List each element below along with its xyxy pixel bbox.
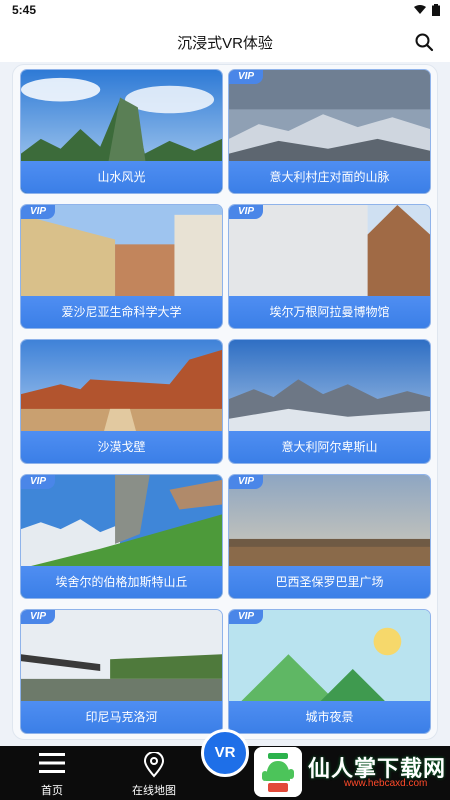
status-bar: 5:45 bbox=[0, 0, 450, 22]
scene-title: 意大利阿尔卑斯山 bbox=[229, 431, 430, 463]
nav-home[interactable]: 首页 bbox=[7, 746, 97, 800]
scene-title: 意大利村庄对面的山脉 bbox=[229, 161, 430, 193]
watermark: 仙人掌下载网 www.hebcaxd.com bbox=[252, 745, 450, 800]
status-time: 5:45 bbox=[12, 3, 37, 17]
vip-badge: VIP bbox=[21, 610, 55, 624]
scene-title: 城市夜景 bbox=[229, 701, 430, 733]
scene-title: 爱沙尼亚生命科学大学 bbox=[21, 296, 222, 328]
scene-card-estonia-university[interactable]: VIP 爱沙尼亚生命科学大学 bbox=[20, 204, 223, 329]
vip-badge: VIP bbox=[229, 70, 263, 84]
app-bar: 沉浸式VR体验 bbox=[0, 22, 450, 62]
scene-card-italy-village-mountains[interactable]: VIP 意大利村庄对面的山脉 bbox=[228, 69, 431, 194]
vip-badge: VIP bbox=[21, 475, 55, 489]
battery-icon bbox=[432, 4, 440, 16]
scene-card-italian-alps[interactable]: 意大利阿尔卑斯山 bbox=[228, 339, 431, 464]
vip-badge: VIP bbox=[229, 205, 263, 219]
location-pin-icon bbox=[143, 752, 165, 778]
page-title: 沉浸式VR体验 bbox=[177, 35, 273, 52]
vr-button[interactable]: VR bbox=[201, 729, 249, 777]
scene-title: 印尼马克洛河 bbox=[21, 701, 222, 733]
vip-badge: VIP bbox=[229, 610, 263, 624]
scene-title: 埃尔万根阿拉曼博物馆 bbox=[229, 296, 430, 328]
nav-map-label: 在线地图 bbox=[132, 785, 176, 797]
scene-card-indonesia-river[interactable]: VIP 印尼马克洛河 bbox=[20, 609, 223, 734]
cactus-logo-icon bbox=[254, 747, 302, 797]
scene-card-ellwangen-museum[interactable]: VIP 埃尔万根阿拉曼博物馆 bbox=[228, 204, 431, 329]
status-icons bbox=[414, 4, 440, 16]
scene-title: 山水风光 bbox=[21, 161, 222, 193]
watermark-url: www.hebcaxd.com bbox=[344, 778, 428, 789]
menu-icon bbox=[39, 753, 65, 773]
scene-card-escher-hill[interactable]: VIP 埃舍尔的伯格加斯特山丘 bbox=[20, 474, 223, 599]
scene-card-sao-paulo-square[interactable]: VIP 巴西圣保罗巴里广场 bbox=[228, 474, 431, 599]
vip-badge: VIP bbox=[21, 205, 55, 219]
scene-title: 埃舍尔的伯格加斯特山丘 bbox=[21, 566, 222, 598]
vip-badge: VIP bbox=[229, 475, 263, 489]
nav-home-label: 首页 bbox=[41, 785, 63, 797]
wifi-icon bbox=[414, 5, 426, 14]
scene-card-landscape[interactable]: 山水风光 bbox=[20, 69, 223, 194]
search-icon[interactable] bbox=[414, 32, 434, 52]
scene-title: 巴西圣保罗巴里广场 bbox=[229, 566, 430, 598]
scene-card-city-night[interactable]: VIP 城市夜景 bbox=[228, 609, 431, 734]
scene-title: 沙漠戈壁 bbox=[21, 431, 222, 463]
nav-map[interactable]: 在线地图 bbox=[109, 746, 199, 800]
content-panel: 山水风光 VIP 意大利村庄对面的山脉 VIP 爱沙尼亚生命科学大学 VIP 埃… bbox=[12, 64, 438, 740]
scene-card-desert[interactable]: 沙漠戈壁 bbox=[20, 339, 223, 464]
